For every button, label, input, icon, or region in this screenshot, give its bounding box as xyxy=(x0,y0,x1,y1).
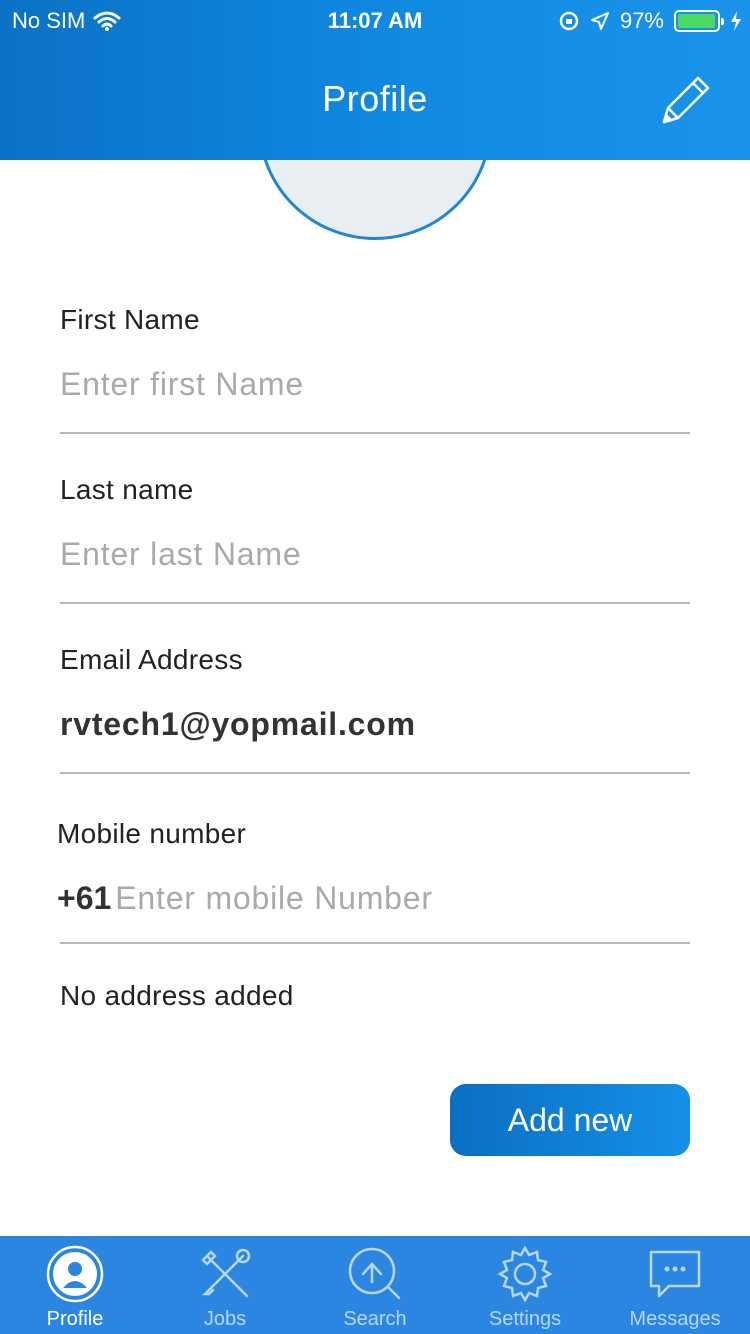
email-field: Email Address xyxy=(60,644,690,774)
battery-icon xyxy=(674,10,724,32)
location-arrow-icon xyxy=(590,12,609,30)
last-name-input[interactable] xyxy=(60,536,690,573)
first-name-underline xyxy=(60,432,690,434)
mobile-input[interactable] xyxy=(115,880,676,917)
tab-jobs-label: Jobs xyxy=(203,1308,247,1330)
orientation-lock-icon xyxy=(559,11,579,31)
gear-icon xyxy=(497,1245,553,1303)
no-address-text: No address added xyxy=(60,980,294,1011)
last-name-label: Last name xyxy=(60,474,194,505)
profile-icon xyxy=(46,1245,104,1303)
email-underline xyxy=(60,772,690,774)
status-right: 97% xyxy=(558,8,742,34)
tab-settings[interactable]: Settings xyxy=(450,1236,600,1334)
first-name-label: First Name xyxy=(60,304,200,335)
tab-settings-label: Settings xyxy=(488,1308,562,1330)
mobile-label: Mobile number xyxy=(57,818,247,849)
edit-profile-button[interactable] xyxy=(658,72,714,128)
app-header: No SIM 11:07 AM 97% Profile xyxy=(0,0,750,160)
battery-percent: 97% xyxy=(619,8,664,33)
pencil-icon xyxy=(662,76,710,124)
email-label: Email Address xyxy=(60,644,243,675)
tab-messages[interactable]: Messages xyxy=(600,1236,750,1334)
mobile-field: Mobile number +61 xyxy=(57,818,690,944)
page-title: Profile xyxy=(322,78,428,119)
search-icon xyxy=(348,1247,401,1300)
add-new-button[interactable]: Add new xyxy=(450,1084,690,1156)
tab-profile-label: Profile xyxy=(46,1308,104,1330)
last-name-field: Last name xyxy=(60,474,690,604)
tools-icon xyxy=(201,1248,251,1298)
status-bar: No SIM 11:07 AM 97% xyxy=(0,0,750,40)
tab-jobs[interactable]: Jobs xyxy=(150,1236,300,1334)
tab-profile[interactable]: Profile xyxy=(0,1236,150,1334)
tab-messages-label: Messages xyxy=(629,1308,721,1330)
country-code[interactable]: +61 xyxy=(57,880,111,917)
first-name-field: First Name xyxy=(60,304,690,434)
first-name-input[interactable] xyxy=(60,366,690,403)
tab-search[interactable]: Search xyxy=(300,1236,450,1334)
charging-bolt-icon xyxy=(731,11,741,31)
email-input[interactable] xyxy=(60,706,690,743)
tab-bar: Profile Jobs Search Settings Messages xyxy=(0,1236,750,1334)
mobile-row: +61 xyxy=(57,880,687,917)
chat-bubble-icon xyxy=(649,1250,701,1298)
tab-search-label: Search xyxy=(343,1308,407,1330)
last-name-underline xyxy=(60,602,690,604)
mobile-underline xyxy=(60,942,690,944)
battery-fill xyxy=(678,14,715,28)
